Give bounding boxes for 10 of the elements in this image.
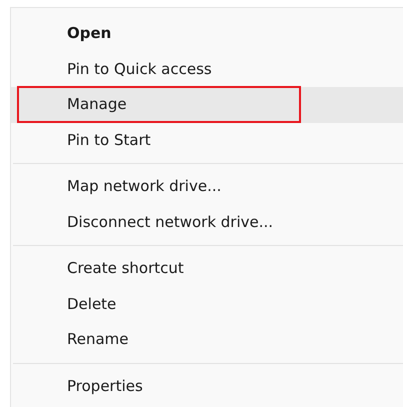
- menu-item[interactable]: Disconnect network drive...: [11, 204, 403, 240]
- menu-item[interactable]: Create shortcut: [11, 251, 403, 286]
- menu-item[interactable]: Pin to Start: [11, 122, 403, 158]
- menu-item[interactable]: Delete: [11, 286, 403, 322]
- menu-item[interactable]: Properties: [11, 368, 403, 404]
- menu-item[interactable]: Pin to Quick access: [11, 52, 403, 87]
- menu-item[interactable]: Manage: [11, 87, 403, 122]
- menu-item[interactable]: Rename: [11, 322, 403, 358]
- menu-item[interactable]: Open: [11, 16, 403, 52]
- menu-item[interactable]: Map network drive...: [11, 169, 403, 204]
